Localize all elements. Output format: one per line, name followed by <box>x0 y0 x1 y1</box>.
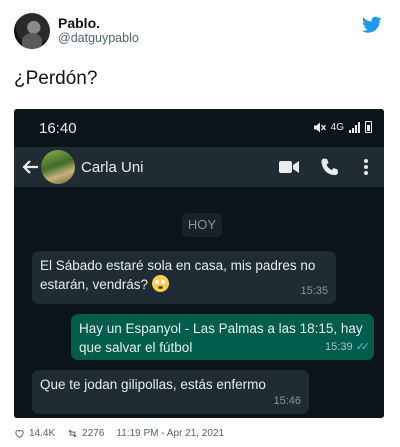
battery-icon <box>365 121 372 133</box>
mute-icon <box>313 122 326 132</box>
retweet-icon[interactable] <box>67 428 78 439</box>
more-options-icon[interactable] <box>363 158 369 176</box>
phone-call-icon[interactable] <box>320 157 340 177</box>
video-call-icon[interactable] <box>279 160 299 174</box>
tweet-timestamp[interactable]: 11:19 PM - Apr 21, 2021 <box>116 428 224 439</box>
chat-screenshot[interactable]: 16:40 4G Carla Uni HOY El Sábado estaré … <box>14 109 384 418</box>
retweet-count[interactable]: 2276 <box>82 428 104 439</box>
chat-body: HOY El Sábado estaré sola en casa, mis p… <box>14 187 384 418</box>
network-label: 4G <box>330 121 344 133</box>
message-meta: 15:39 ✓✓ <box>325 338 371 357</box>
contact-avatar[interactable] <box>41 150 75 184</box>
message-text: El Sábado estaré sola en casa, mis padre… <box>40 258 316 292</box>
signal-icon <box>349 121 360 133</box>
message-time: 15:46 <box>273 395 301 407</box>
tweet-header: Pablo. @datguypablo <box>14 12 386 52</box>
contact-name[interactable]: Carla Uni <box>81 159 144 176</box>
twitter-bird-icon[interactable] <box>362 16 382 34</box>
user-avatar[interactable] <box>14 13 50 49</box>
tweet-footer: 14.4K 2276 11:19 PM - Apr 21, 2021 <box>14 426 386 440</box>
message-incoming[interactable]: Que te jodan gilipollas, estás enfermo 1… <box>32 370 309 414</box>
author-display-name[interactable]: Pablo. <box>58 15 100 31</box>
status-icons: 4G <box>313 121 372 133</box>
message-text: Hay un Espanyol - Las Palmas a las 18:15… <box>79 321 363 355</box>
like-count[interactable]: 14.4K <box>29 428 55 439</box>
chat-header: Carla Uni <box>14 147 384 187</box>
author-handle[interactable]: @datguypablo <box>58 31 139 45</box>
message-text: Que te jodan gilipollas, estás enfermo <box>40 377 266 392</box>
message-incoming[interactable]: El Sábado estaré sola en casa, mis padre… <box>32 251 336 304</box>
date-chip: HOY <box>182 213 222 237</box>
message-time: 15:35 <box>300 285 328 297</box>
message-time: 15:39 <box>325 341 353 353</box>
status-time: 16:40 <box>39 120 77 137</box>
message-outgoing[interactable]: Hay un Espanyol - Las Palmas a las 18:15… <box>71 314 374 360</box>
read-double-check-icon: ✓✓ <box>355 341 371 353</box>
heart-icon[interactable] <box>14 428 25 439</box>
flushed-face-icon <box>151 275 169 292</box>
tweet-text: ¿Perdón? <box>14 68 98 89</box>
status-bar: 16:40 4G <box>14 109 384 147</box>
back-arrow-icon[interactable] <box>19 156 41 178</box>
